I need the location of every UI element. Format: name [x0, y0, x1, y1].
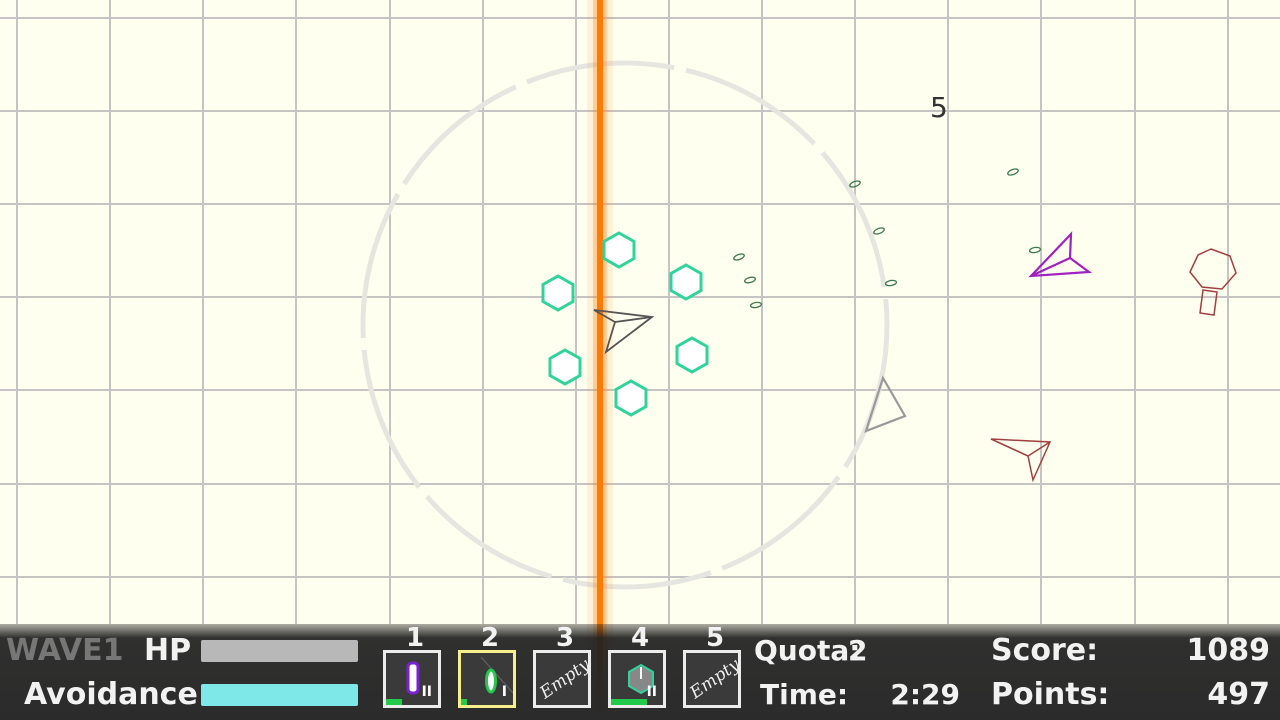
- hp-label: HP: [144, 633, 192, 668]
- slot-box[interactable]: II: [608, 650, 666, 708]
- points-value: 497: [1207, 677, 1270, 712]
- slot-box[interactable]: Empty: [683, 650, 741, 708]
- shield-hexagon-icon: [541, 231, 709, 417]
- slot-box[interactable]: I: [458, 650, 516, 708]
- avoidance-bar-fill: [201, 684, 358, 706]
- hp-bar: [201, 640, 358, 662]
- slot-empty-label: Empty: [686, 654, 741, 704]
- damage-number: 5: [930, 91, 948, 124]
- background-grid: [0, 0, 1280, 624]
- time-value: 2:29: [890, 678, 960, 711]
- game-field[interactable]: 5: [0, 0, 1280, 720]
- slot-ammo-bar: [611, 699, 648, 705]
- score-label: Score:: [991, 633, 1099, 668]
- range-ring: [360, 60, 890, 590]
- laser-beam: [587, 0, 613, 720]
- slot-box[interactable]: II: [383, 650, 441, 708]
- slot-ammo-mark: I: [501, 684, 507, 700]
- time-label: Time:: [760, 678, 849, 711]
- slot-ammo-mark: II: [421, 684, 432, 700]
- points-label: Points:: [991, 677, 1110, 712]
- enemy-turret-icon: [1189, 248, 1237, 316]
- slot-number: 3: [555, 623, 575, 653]
- avoidance-label: Avoidance: [24, 677, 198, 712]
- slot-ammo-mark: II: [646, 684, 657, 700]
- enemy-triangle-icon: [864, 375, 907, 433]
- hud-bar: WAVE1 HP Avoidance 1 II 2 I 3 Empty 4 II…: [0, 624, 1280, 720]
- enemy-ship-icon: [1028, 231, 1093, 278]
- score-value: 1089: [1186, 633, 1271, 668]
- quota-value: 2: [848, 634, 868, 667]
- slot-ammo-bar: [461, 699, 468, 705]
- avoidance-bar: [201, 684, 358, 706]
- bullet-icon: [733, 168, 1042, 309]
- hp-bar-fill: [201, 640, 358, 662]
- slot-box[interactable]: Empty: [533, 650, 591, 708]
- wave-label: WAVE1: [6, 633, 124, 668]
- slot-number: 2: [480, 623, 500, 653]
- slot-number: 5: [705, 623, 725, 653]
- slot-ammo-bar: [386, 699, 402, 705]
- slot-empty-label: Empty: [536, 654, 591, 704]
- slot-number: 4: [630, 623, 650, 653]
- slot-number: 1: [405, 623, 425, 653]
- quota-label: Quota:: [754, 634, 861, 667]
